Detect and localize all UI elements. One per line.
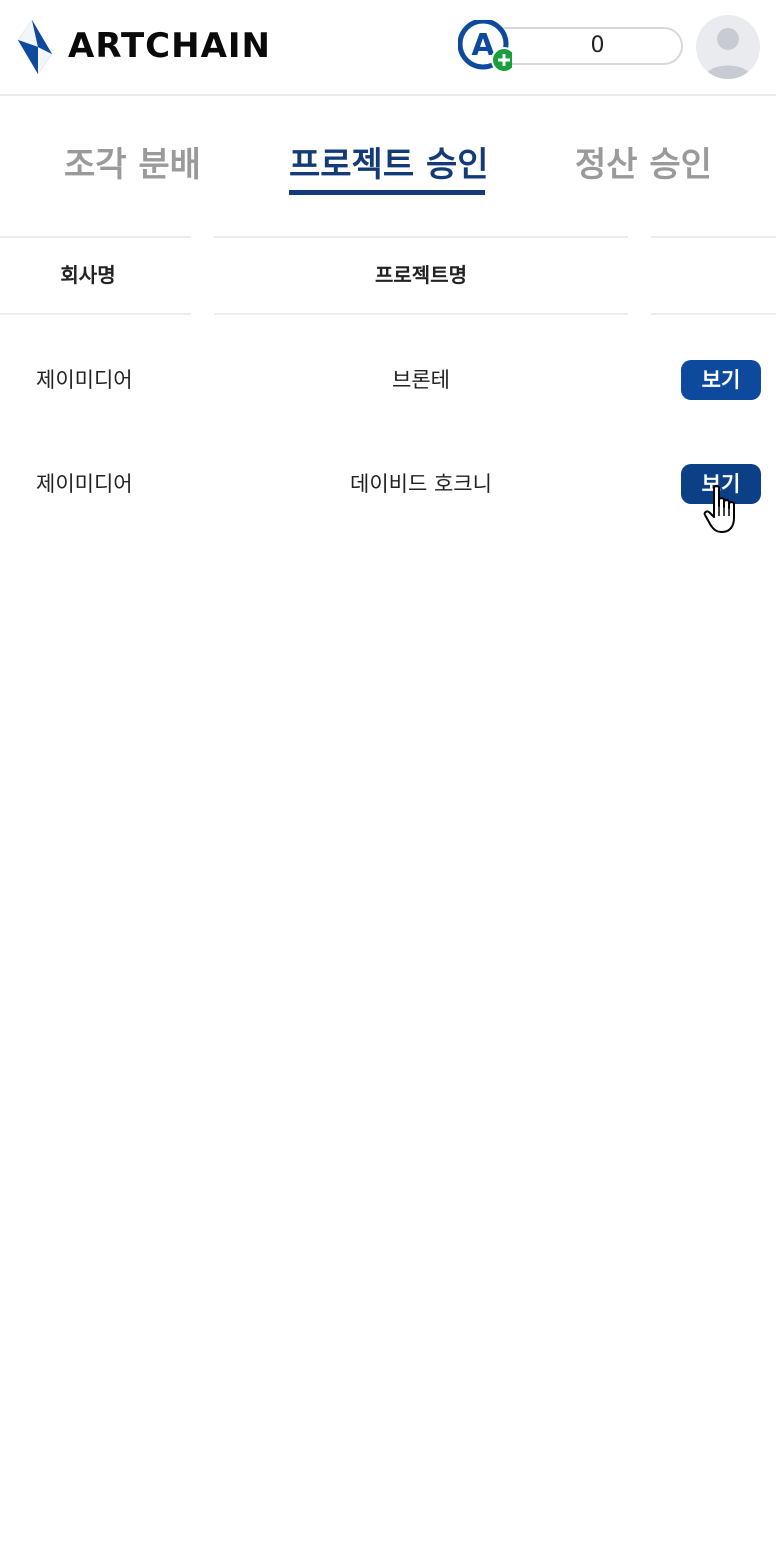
tab-piece-distribution[interactable]: 조각 분배 <box>64 140 201 190</box>
view-button[interactable]: 보기 <box>681 360 761 400</box>
column-header-company: 회사명 <box>60 263 116 287</box>
brand-name[interactable]: ARTCHAIN <box>68 26 271 66</box>
row-project: 브론테 <box>392 368 450 392</box>
header-bottom-divider <box>651 313 776 315</box>
user-avatar[interactable] <box>696 15 760 79</box>
column-header-project: 프로젝트명 <box>375 263 467 287</box>
tab-settlement-approval[interactable]: 정산 승인 <box>575 140 712 190</box>
header-top-divider <box>651 236 776 238</box>
token-add-icon[interactable]: A <box>458 20 512 74</box>
header-bottom-divider <box>214 313 628 315</box>
artchain-logo-icon[interactable] <box>18 20 52 74</box>
header-top-divider <box>0 236 191 238</box>
row-project: 데이비드 호크니 <box>350 472 492 496</box>
top-header: ARTCHAIN 0 A <box>0 0 776 96</box>
token-balance-value: 0 <box>590 33 605 58</box>
user-avatar-icon <box>696 15 760 79</box>
header-bottom-divider <box>0 313 191 315</box>
row-company: 제이미디어 <box>36 368 133 392</box>
active-tab-indicator <box>289 190 485 195</box>
row-company: 제이미디어 <box>36 472 133 496</box>
hand-pointer-cursor-icon <box>703 485 735 533</box>
header-top-divider <box>214 236 628 238</box>
tab-project-approval[interactable]: 프로젝트 승인 <box>289 140 489 190</box>
